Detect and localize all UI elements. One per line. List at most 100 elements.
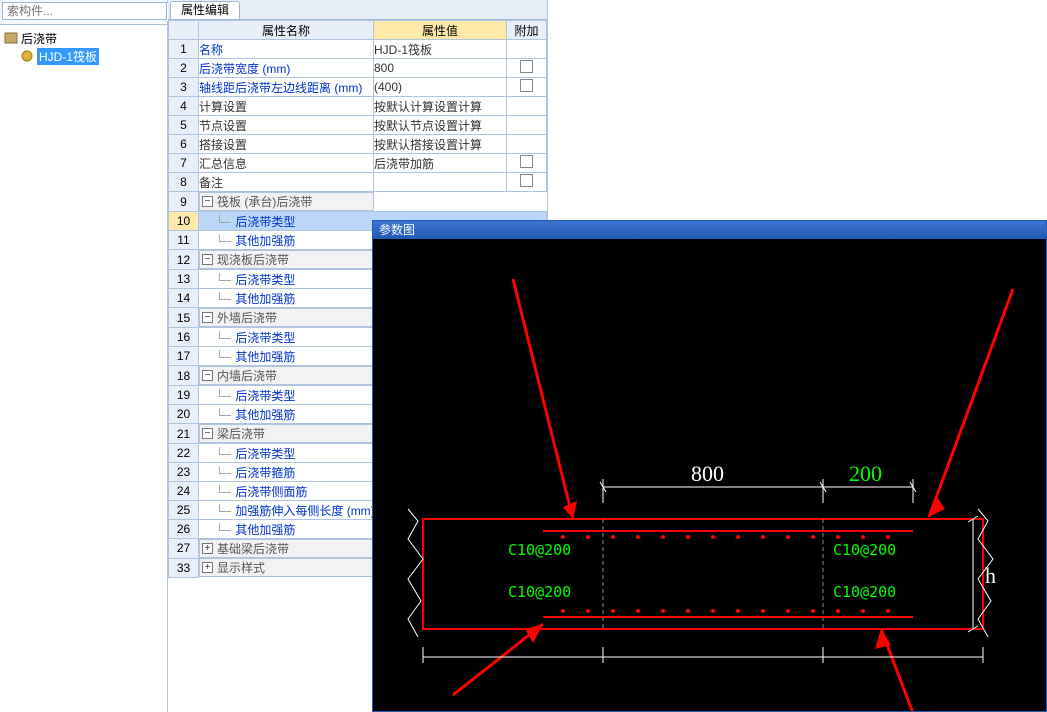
extra-cell [507,40,547,59]
expand-toggle-icon[interactable]: + [202,543,213,554]
property-value[interactable]: 按默认搭接设置计算 [374,135,507,154]
diagram-canvas[interactable]: 800 200 [373,239,1046,711]
group-header[interactable]: + 显示样式 [199,558,374,577]
property-row[interactable]: 8 备注 [169,173,547,192]
group-header[interactable]: − 梁后浇带 [199,424,374,443]
group-label: 内墙后浇带 [217,367,277,384]
extra-cell [507,116,547,135]
checkbox-icon[interactable] [520,60,533,73]
search-input[interactable] [2,2,167,20]
row-number: 1 [169,40,199,59]
tab-property-editor[interactable]: 属性编辑 [170,1,240,19]
group-header[interactable]: − 现浇板后浇带 [199,250,374,269]
dim-200: 200 [849,461,882,486]
tab-strip: 属性编辑 [168,0,547,20]
group-label: 基础梁后浇带 [217,540,289,557]
rebar-botright: C10@200 [833,583,896,601]
extra-cell [507,97,547,116]
property-value[interactable]: 按默认计算设置计算 [374,97,507,116]
property-value[interactable] [374,173,507,192]
category-icon [4,31,18,45]
property-value[interactable]: HJD-1筏板 [374,40,507,59]
row-number: 19 [169,386,199,405]
group-row[interactable]: 9 − 筏板 (承台)后浇带 [169,192,547,212]
child-label: 加强筋伸入每侧长度 (mm) [235,504,374,518]
row-number: 6 [169,135,199,154]
property-row[interactable]: 3 轴线距后浇带左边线距离 (mm) (400) [169,78,547,97]
checkbox-icon[interactable] [520,174,533,187]
property-row[interactable]: 6 搭接设置 按默认搭接设置计算 [169,135,547,154]
rebar-topright: C10@200 [833,541,896,559]
tree-line-icon: └─ [215,466,230,480]
property-name[interactable]: 名称 [199,40,374,59]
property-name[interactable]: 搭接设置 [199,135,374,154]
expand-toggle-icon[interactable]: + [202,562,213,573]
group-label: 梁后浇带 [217,425,265,442]
expand-toggle-icon[interactable]: − [202,312,213,323]
property-row[interactable]: 2 后浇带宽度 (mm) 800 [169,59,547,78]
group-label: 外墙后浇带 [217,309,277,326]
group-label: 显示样式 [217,559,265,576]
row-number: 26 [169,520,199,539]
property-name[interactable]: 计算设置 [199,97,374,116]
extra-cell[interactable] [507,154,547,173]
tree-root-label: 后浇带 [21,30,57,47]
extra-cell[interactable] [507,59,547,78]
group-header[interactable]: − 筏板 (承台)后浇带 [199,192,374,211]
tree-line-icon: └─ [215,504,230,518]
tree-line-icon: └─ [215,447,230,461]
row-number: 17 [169,347,199,366]
tree-line-icon: └─ [215,523,230,537]
header-row: 属性名称 属性值 附加 [169,21,547,40]
group-header[interactable]: − 内墙后浇带 [199,366,374,385]
row-number: 7 [169,154,199,173]
extra-cell[interactable] [507,173,547,192]
child-label: 后浇带侧面筋 [235,485,307,499]
property-name[interactable]: 后浇带宽度 (mm) [199,59,374,78]
property-value[interactable]: 按默认节点设置计算 [374,116,507,135]
property-value[interactable]: 800 [374,59,507,78]
property-row[interactable]: 5 节点设置 按默认节点设置计算 [169,116,547,135]
row-number: 8 [169,173,199,192]
expand-toggle-icon[interactable]: − [202,196,213,207]
group-header[interactable]: − 外墙后浇带 [199,308,374,327]
child-label: 后浇带类型 [235,273,295,287]
header-blank [169,21,199,40]
search-row [0,0,167,25]
child-label: 后浇带类型 [235,389,295,403]
tree-line-icon: └─ [215,389,230,403]
property-name[interactable]: 备注 [199,173,374,192]
row-number: 33 [169,558,199,577]
tree-root[interactable]: 后浇带 [2,29,165,47]
tree-line-icon: └─ [215,215,230,229]
checkbox-icon[interactable] [520,155,533,168]
property-row[interactable]: 7 汇总信息 后浇带加筋 [169,154,547,173]
property-value[interactable]: 后浇带加筋 [374,154,507,173]
tree-line-icon: └─ [215,273,230,287]
rebar-botleft: C10@200 [508,583,571,601]
expand-toggle-icon[interactable]: − [202,428,213,439]
tree-line-icon: └─ [215,292,230,306]
expand-toggle-icon[interactable]: − [202,370,213,381]
property-row[interactable]: 4 计算设置 按默认计算设置计算 [169,97,547,116]
property-name[interactable]: 汇总信息 [199,154,374,173]
extra-cell[interactable] [507,78,547,97]
parameter-diagram-window: 参数图 800 200 [372,220,1047,712]
property-name[interactable]: 节点设置 [199,116,374,135]
property-name[interactable]: 轴线距后浇带左边线距离 (mm) [199,78,374,97]
child-label: 后浇带箍筋 [235,466,295,480]
expand-toggle-icon[interactable]: − [202,254,213,265]
row-number: 24 [169,482,199,501]
group-header[interactable]: + 基础梁后浇带 [199,539,374,558]
property-value[interactable]: (400) [374,78,507,97]
tree-item-hjd[interactable]: HJD-1筏板 [2,47,165,65]
component-tree[interactable]: 后浇带 HJD-1筏板 [0,25,167,712]
header-extra: 附加 [507,21,547,40]
child-label: 其他加强筋 [235,234,295,248]
checkbox-icon[interactable] [520,79,533,92]
component-icon [20,49,34,63]
row-number: 21 [169,424,199,444]
row-number: 9 [169,192,199,212]
property-row[interactable]: 1 名称 HJD-1筏板 [169,40,547,59]
header-name: 属性名称 [199,21,374,40]
